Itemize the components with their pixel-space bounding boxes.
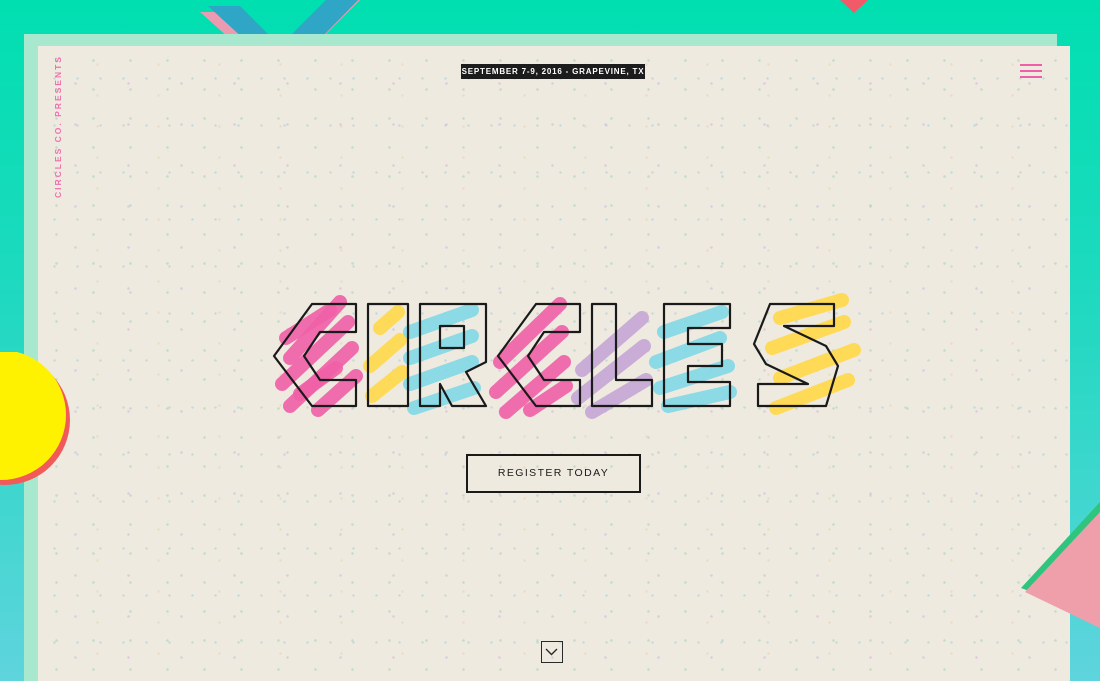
menu-button[interactable] xyxy=(1020,64,1042,82)
page-stage: CIRCLES CO. PRESENTS SEPTEMBER 7-9, 2016… xyxy=(0,0,1100,681)
chevron-down-icon xyxy=(545,648,558,656)
event-date-location: SEPTEMBER 7-9, 2016 - GRAPEVINE, TX xyxy=(461,64,645,79)
yellow-circle-shape xyxy=(0,352,70,485)
hamburger-menu-icon xyxy=(1020,64,1042,66)
scroll-down-button[interactable] xyxy=(541,641,563,663)
presenter-label: CIRCLES CO. PRESENTS xyxy=(53,55,63,198)
pink-triangle-shape xyxy=(1021,502,1100,628)
logo-text: CIRCLES xyxy=(0,0,1,1)
register-today-button[interactable]: REGISTER TODAY xyxy=(466,454,641,493)
hamburger-menu-icon-line xyxy=(1020,70,1042,72)
top-triangle-shape xyxy=(840,0,868,13)
circles-logo xyxy=(272,293,861,419)
hamburger-menu-icon-line xyxy=(1020,76,1042,78)
